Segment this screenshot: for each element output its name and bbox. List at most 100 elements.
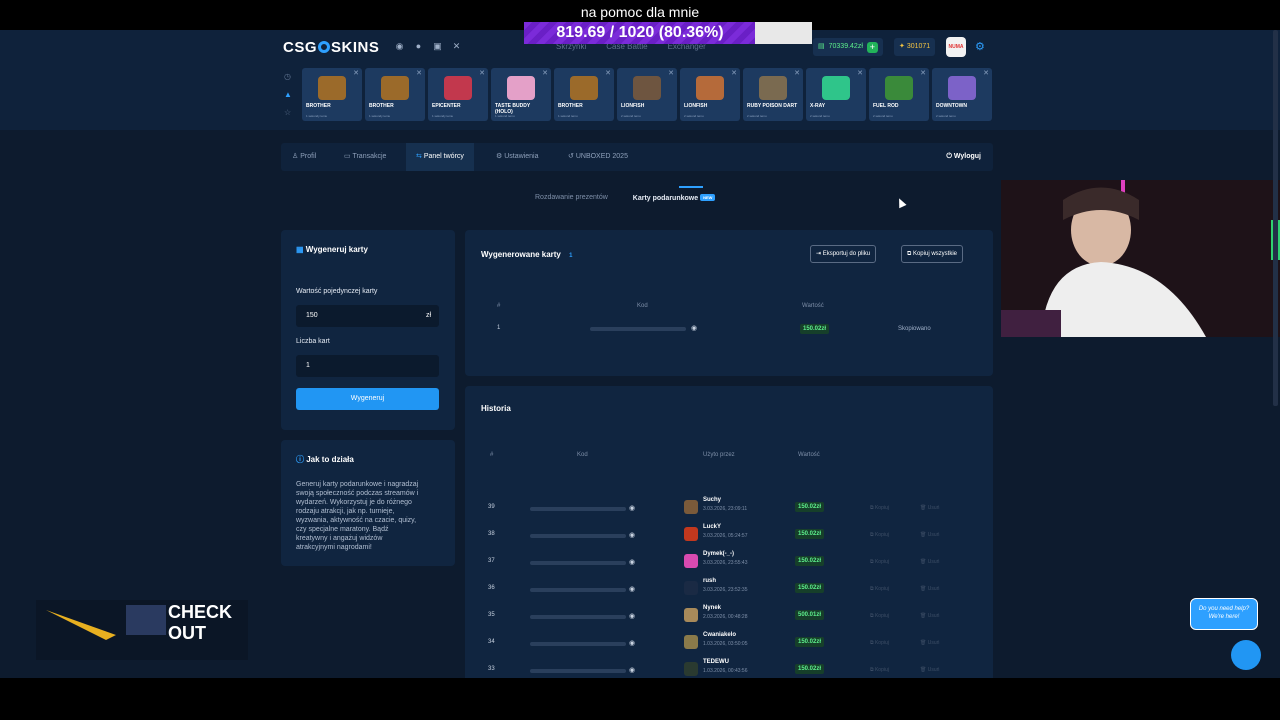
close-icon[interactable]: ✕ — [794, 69, 800, 77]
close-icon[interactable]: ✕ — [920, 69, 926, 77]
drop-card[interactable]: ✕ LIONFISH 2 sekund temu — [617, 68, 677, 121]
copy-button[interactable]: ⧉ Kopiuj — [870, 613, 889, 619]
instagram-icon[interactable]: ▣ — [432, 41, 443, 52]
close-icon[interactable]: ✕ — [668, 69, 674, 77]
trash-icon: 🗑 — [920, 586, 927, 592]
scrollbar[interactable] — [1273, 30, 1278, 406]
card-count-input[interactable]: 1 — [296, 355, 439, 377]
subtab-giveaway[interactable]: Rozdawanie prezentów — [535, 194, 608, 202]
tab-unboxed[interactable]: ↺ UNBOXED 2025 — [568, 143, 628, 171]
copy-icon: ⧉ — [870, 532, 874, 538]
star-icon[interactable]: ☆ — [284, 108, 292, 117]
drop-card[interactable]: ✕ BROTHER 1 sekundy temu — [302, 68, 362, 121]
tab-transactions[interactable]: ▭ Transakcje — [344, 143, 386, 171]
gear-icon[interactable]: ⚙ — [975, 40, 985, 53]
drop-card[interactable]: ✕ EPICENTER 1 sekundy temu — [428, 68, 488, 121]
drop-card[interactable]: ✕ X-RAY 2 sekund temu — [806, 68, 866, 121]
drop-card[interactable]: ✕ TASTE BUDDY (HOLO) 1 sekund temu — [491, 68, 551, 121]
drop-time: 2 sekund temu — [684, 114, 704, 118]
generate-button[interactable]: Wygeneruj — [296, 388, 439, 410]
hidden-code — [530, 615, 626, 619]
export-button[interactable]: ⇥ Eksportuj do pliku — [810, 245, 877, 263]
tab-creator-panel[interactable]: ⇆ Panel twórcy — [406, 143, 474, 171]
copy-button[interactable]: ⧉ Kopiuj — [870, 586, 889, 592]
drop-name: BROTHER — [369, 103, 394, 109]
drop-time: 2 sekund temu — [936, 114, 956, 118]
drop-name: X-RAY — [810, 103, 826, 109]
copy-all-button[interactable]: ⧉ Kopiuj wszystkie — [901, 245, 963, 263]
delete-button[interactable]: 🗑 Usuń — [920, 532, 939, 538]
close-icon[interactable]: ✕ — [605, 69, 611, 77]
drop-card[interactable]: ✕ BROTHER 1 sekund temu — [554, 68, 614, 121]
delete-button[interactable]: 🗑 Usuń — [920, 667, 939, 673]
drop-card[interactable]: ✕ RUBY POISON DART 2 sekund temu — [743, 68, 803, 121]
copy-button[interactable]: ⧉ Kopiuj — [870, 505, 889, 511]
hidden-code — [530, 561, 626, 565]
close-icon[interactable]: ✕ — [479, 69, 485, 77]
card-value-input[interactable]: 150 zł — [296, 305, 439, 327]
copy-button[interactable]: ⧉ Kopiuj — [870, 667, 889, 673]
drop-card[interactable]: ✕ FUEL ROD 2 sekund temu — [869, 68, 929, 121]
how-it-works-panel: ⓘ Jak to działa Generuj karty podarunkow… — [281, 440, 455, 566]
drop-name: LIONFISH — [684, 103, 708, 109]
discord-icon[interactable]: ◉ — [394, 41, 405, 52]
eye-icon[interactable]: ◉ — [629, 639, 635, 647]
copy-button[interactable]: ⧉ Kopiuj — [870, 532, 889, 538]
close-icon[interactable]: ✕ — [983, 69, 989, 77]
user-avatar[interactable]: NUMA — [946, 37, 966, 57]
delete-button[interactable]: 🗑 Usuń — [920, 613, 939, 619]
tab-settings[interactable]: ⚙ Ustawienia — [496, 143, 538, 171]
thumbs-up-icon[interactable]: ▲ — [284, 90, 292, 99]
history-row-value: 150.02zł — [795, 664, 825, 674]
copy-button[interactable]: ⧉ Kopiuj — [870, 559, 889, 565]
delete-button[interactable]: 🗑 Usuń — [920, 586, 939, 592]
close-icon[interactable]: ✕ — [857, 69, 863, 77]
close-icon[interactable]: ✕ — [731, 69, 737, 77]
history-row-number: 39 — [488, 504, 495, 510]
close-icon[interactable]: ✕ — [353, 69, 359, 77]
drop-card[interactable]: ✕ DOWNTOWN 2 sekund temu — [932, 68, 992, 121]
used-date: 3.03.2026, 23:09:11 — [703, 506, 748, 512]
eye-icon[interactable]: ◉ — [629, 504, 635, 512]
weapon-skin-image — [444, 76, 472, 100]
site-logo[interactable]: CSG SKINS — [283, 39, 379, 56]
help-chat-bubble[interactable]: Do you need help? We're here! — [1190, 598, 1258, 630]
weapon-skin-image — [759, 76, 787, 100]
history-row-value: 150.02zł — [795, 583, 825, 593]
stream-goal-title: na pomoc dla mnie — [580, 4, 700, 20]
hidden-code — [530, 588, 626, 592]
eye-icon[interactable]: ◉ — [629, 585, 635, 593]
delete-button[interactable]: 🗑 Usuń — [920, 640, 939, 646]
eye-icon[interactable]: ◉ — [629, 666, 635, 674]
eye-icon[interactable]: ◉ — [629, 531, 635, 539]
facebook-icon[interactable]: ● — [413, 41, 424, 52]
drop-card[interactable]: ✕ BROTHER 1 sekundy temu — [365, 68, 425, 121]
delete-button[interactable]: 🗑 Usuń — [920, 559, 939, 565]
delete-button[interactable]: 🗑 Usuń — [920, 505, 939, 511]
balance-display[interactable]: ▤ 70339.42zł + — [813, 38, 883, 56]
close-icon[interactable]: ✕ — [542, 69, 548, 77]
coin-icon: ✦ — [899, 43, 905, 50]
user-avatar — [684, 581, 698, 595]
close-icon[interactable]: ✕ — [416, 69, 422, 77]
sponsor-ad[interactable]: CHECK OUT — [36, 600, 248, 660]
tab-profile[interactable]: ♙ Profil — [292, 143, 316, 171]
logout-button[interactable]: ⏻ Wyloguj — [946, 143, 981, 171]
drop-name: DOWNTOWN — [936, 103, 968, 109]
clock-icon[interactable]: ◷ — [284, 72, 292, 81]
deposit-plus-icon[interactable]: + — [866, 41, 878, 53]
eye-icon[interactable]: ◉ — [629, 558, 635, 566]
drop-card[interactable]: ✕ LIONFISH 2 sekund temu — [680, 68, 740, 121]
chat-icon[interactable] — [1231, 640, 1261, 670]
history-row-value: 150.02zł — [795, 529, 825, 539]
coins-display[interactable]: ✦ 301071 — [894, 38, 936, 56]
card-value-label: Wartość pojedynczej karty — [296, 288, 378, 295]
eye-icon[interactable]: ◉ — [691, 324, 697, 332]
copy-button[interactable]: ⧉ Kopiuj — [870, 640, 889, 646]
eye-icon[interactable]: ◉ — [629, 612, 635, 620]
subtab-gift-cards[interactable]: Karty podarunkowe NEW — [633, 194, 716, 202]
trash-icon: 🗑 — [920, 505, 927, 511]
weapon-skin-image — [696, 76, 724, 100]
x-twitter-icon[interactable]: ✕ — [451, 41, 462, 52]
history-row-number: 35 — [488, 612, 495, 618]
